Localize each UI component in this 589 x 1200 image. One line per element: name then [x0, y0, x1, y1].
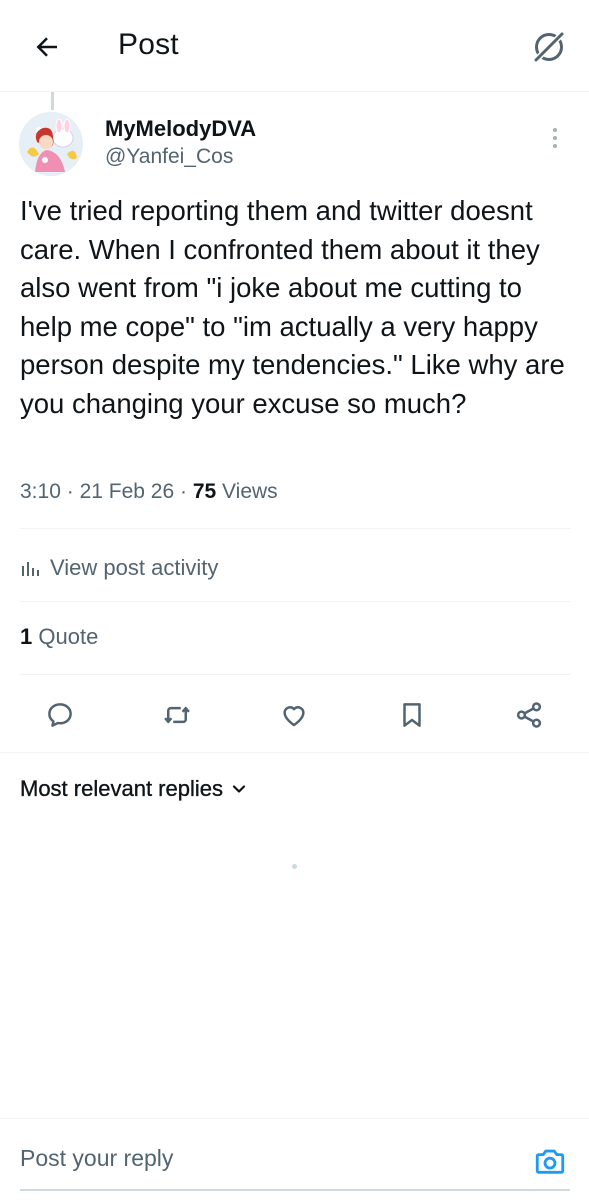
more-dot	[553, 136, 557, 140]
heart-icon	[283, 706, 305, 727]
grok-icon	[532, 30, 566, 64]
share-button[interactable]	[504, 690, 554, 740]
more-options-button[interactable]	[543, 124, 567, 152]
view-post-activity-link[interactable]: View post activity	[20, 548, 218, 588]
repost-icon	[164, 706, 190, 724]
views-label: Views	[222, 480, 278, 503]
bookmark-button[interactable]	[387, 690, 437, 740]
divider	[20, 528, 570, 529]
quote-count: 1	[20, 624, 33, 649]
page-title: Post	[118, 28, 179, 61]
thread-connector	[51, 92, 54, 110]
quote-label: Quote	[38, 624, 99, 649]
reply-input-underline	[20, 1189, 570, 1191]
avatar-image	[19, 112, 83, 176]
divider	[20, 601, 570, 602]
avatar[interactable]	[19, 112, 83, 176]
back-button[interactable]	[28, 28, 66, 66]
quotes-count-link[interactable]: 1 Quote	[20, 624, 98, 650]
views-count: 75	[192, 480, 217, 503]
reply-icon	[48, 703, 72, 727]
share-icon	[516, 702, 542, 728]
divider	[0, 752, 589, 753]
reply-input[interactable]	[20, 1145, 500, 1172]
meta-separator: ·	[66, 480, 74, 503]
replies-sort-dropdown[interactable]: Most relevant replies	[20, 776, 247, 802]
post-actions-bar	[0, 690, 589, 740]
chevron-down-icon	[232, 785, 246, 793]
divider	[20, 674, 570, 675]
author-handle[interactable]: @Yanfei_Cos	[105, 145, 233, 169]
like-button[interactable]	[269, 690, 319, 740]
post-time: 3:10	[20, 480, 61, 503]
author-display-name[interactable]: MyMelodyDVA	[105, 116, 256, 142]
post-date: 21 Feb 26	[79, 480, 175, 503]
replies-sort-label: Most relevant replies	[20, 776, 223, 801]
repost-button[interactable]	[152, 690, 202, 740]
camera-button[interactable]	[530, 1141, 570, 1181]
grok-button[interactable]	[528, 26, 570, 68]
more-dot	[553, 128, 557, 132]
top-app-bar: Post	[0, 0, 589, 92]
activity-label: View post activity	[50, 555, 219, 580]
arrow-left-icon	[36, 37, 57, 57]
meta-separator: ·	[179, 480, 187, 503]
post-text: I've tried reporting them and twitter do…	[20, 195, 565, 419]
reply-composer	[0, 1118, 589, 1200]
bar-chart-icon	[22, 562, 39, 576]
post-meta: 3:10 · 21 Feb 26 · 75 Views	[20, 480, 278, 504]
more-dot	[553, 144, 557, 148]
reply-button[interactable]	[35, 690, 85, 740]
loading-indicator	[292, 864, 297, 869]
bookmark-icon	[403, 703, 421, 727]
camera-icon	[535, 1149, 565, 1174]
